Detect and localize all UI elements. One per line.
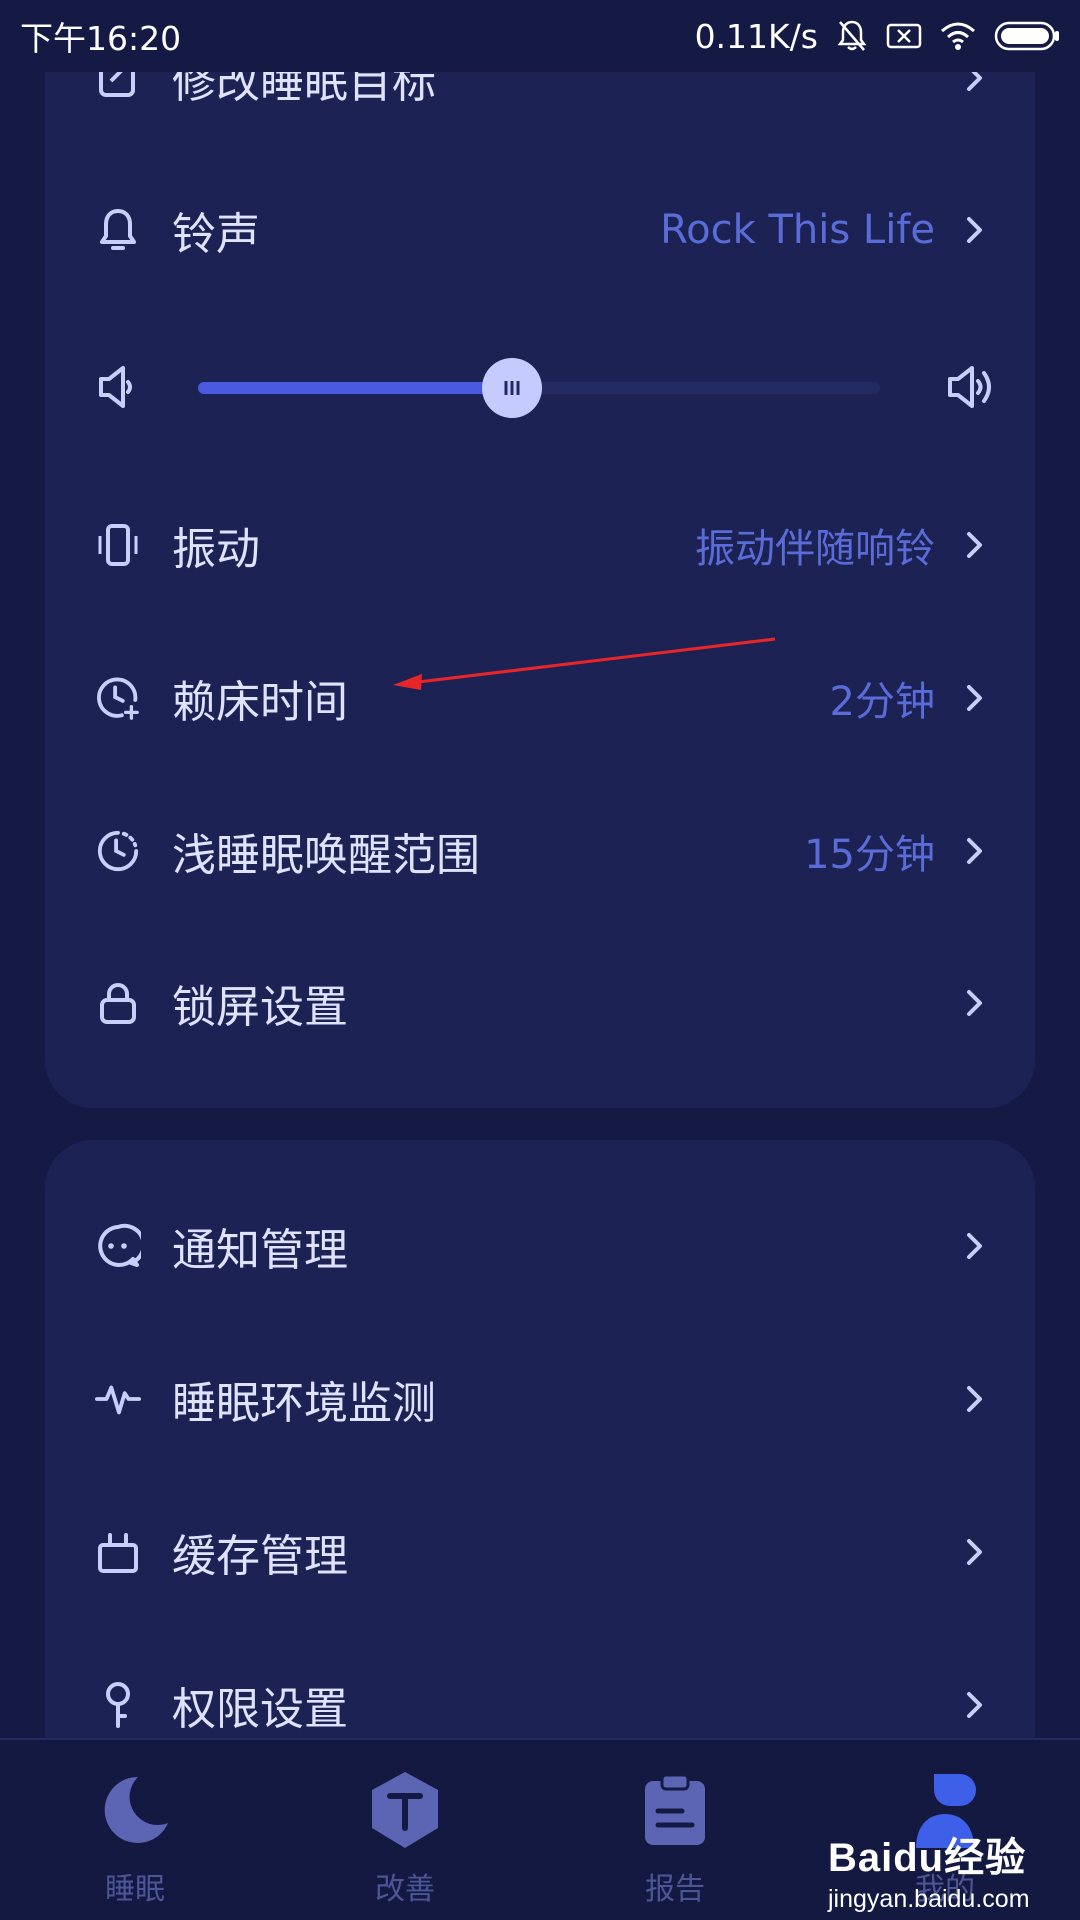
volume-low-icon	[95, 363, 137, 415]
volume-slider-fill	[198, 382, 512, 394]
settings-row-label: 铃声	[172, 209, 260, 260]
settings-row-vibration[interactable]: 振动 振动伴随响铃	[45, 485, 1035, 605]
chevron-right-icon	[963, 1383, 987, 1415]
settings-row-label: 权限设置	[172, 1684, 348, 1735]
tab-label: 改善	[375, 1872, 435, 1907]
settings-row-label: 赖床时间	[172, 677, 348, 728]
ringtone-value: Rock This Life	[660, 207, 935, 253]
battery-icon	[994, 20, 1060, 52]
chat-bubble-icon	[95, 1223, 141, 1269]
status-indicators: 0.11K/s	[695, 17, 1060, 56]
watermark-logo: Baidu经验	[828, 1836, 1027, 1880]
settings-row-label: 浅睡眠唤醒范围	[172, 830, 480, 881]
light-sleep-wake-value: 15分钟	[804, 832, 935, 878]
settings-row-lock-screen[interactable]: 锁屏设置	[45, 943, 1035, 1063]
settings-row-label: 睡眠环境监测	[172, 1378, 436, 1429]
settings-row-cache[interactable]: 缓存管理	[45, 1492, 1035, 1612]
tab-report[interactable]: 报告	[540, 1740, 810, 1920]
tab-label: 报告	[645, 1872, 705, 1907]
settings-row-label: 振动	[172, 524, 260, 575]
mute-bell-icon	[836, 19, 868, 53]
settings-row-label: 缓存管理	[172, 1531, 348, 1582]
vibrate-icon	[95, 522, 141, 568]
clipboard-icon	[635, 1770, 715, 1850]
key-icon	[95, 1682, 141, 1728]
tv-box-icon	[95, 1529, 141, 1575]
settings-row-environment[interactable]: 睡眠环境监测	[45, 1339, 1035, 1459]
chevron-right-icon	[963, 1689, 987, 1721]
lock-icon	[95, 980, 141, 1026]
moon-icon	[95, 1770, 175, 1850]
volume-high-icon	[944, 363, 1000, 415]
chevron-right-icon	[963, 835, 987, 867]
settings-row-label: 通知管理	[172, 1225, 348, 1276]
volume-slider[interactable]	[198, 358, 880, 418]
settings-row-snooze[interactable]: 赖床时间 2分钟	[45, 638, 1035, 758]
vibration-value: 振动伴随响铃	[695, 526, 935, 572]
chevron-right-icon	[963, 987, 987, 1019]
volume-slider-thumb[interactable]	[481, 358, 542, 418]
clock-dashed-icon	[95, 828, 141, 874]
chevron-right-icon	[963, 1536, 987, 1568]
status-time: 下午16:20	[20, 19, 182, 58]
bell-icon	[95, 207, 141, 253]
settings-row-label: 锁屏设置	[172, 982, 348, 1033]
tab-sleep[interactable]: 睡眠	[0, 1740, 270, 1920]
chevron-right-icon	[963, 1230, 987, 1262]
settings-row-light-sleep-wake[interactable]: 浅睡眠唤醒范围 15分钟	[45, 791, 1035, 911]
snooze-value: 2分钟	[829, 679, 935, 725]
status-bar: 下午16:20 0.11K/s	[0, 0, 1080, 72]
chevron-right-icon	[963, 214, 987, 246]
network-speed: 0.11K/s	[694, 16, 818, 56]
wifi-icon	[940, 21, 976, 51]
tab-label: 睡眠	[105, 1872, 165, 1907]
sim-disabled-icon	[886, 22, 922, 50]
shield-arrow-icon	[365, 1770, 445, 1850]
baidu-jingyan-watermark: Baidu经验 jingyan.baidu.com	[828, 1825, 1030, 1913]
tab-improve[interactable]: 改善	[270, 1740, 540, 1920]
settings-row-ringtone[interactable]: 铃声 Rock This Life	[45, 170, 1035, 290]
volume-control	[45, 327, 1035, 447]
pulse-icon	[95, 1376, 141, 1422]
settings-row-notifications[interactable]: 通知管理	[45, 1186, 1035, 1306]
chevron-right-icon	[963, 682, 987, 714]
chevron-right-icon	[963, 529, 987, 561]
watermark-url: jingyan.baidu.com	[828, 1885, 1030, 1913]
clock-plus-icon	[95, 675, 141, 721]
